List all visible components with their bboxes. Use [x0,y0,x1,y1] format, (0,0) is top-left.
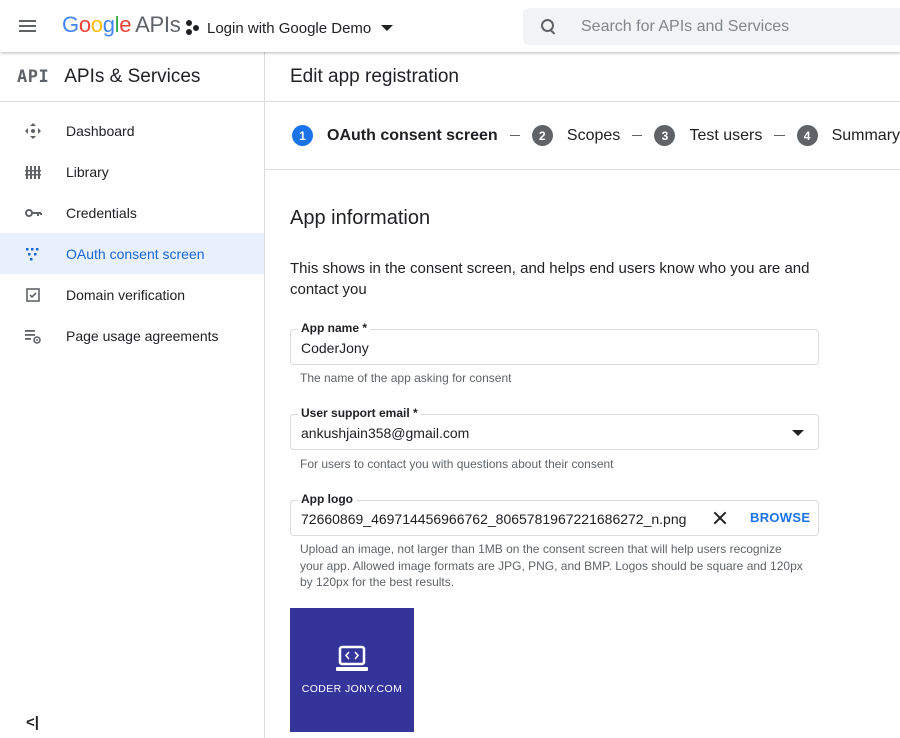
step-number: 2 [531,125,553,146]
chevron-down-icon[interactable] [792,430,804,436]
logo-letter: o [90,12,103,37]
logo-letter: e [119,12,132,37]
sidebar-item-credentials[interactable]: Credentials [0,192,264,233]
browse-button[interactable]: BROWSE [750,510,810,525]
sidebar-item-label: Page usage agreements [66,327,219,344]
step-label: Test users [689,126,763,144]
library-icon [24,163,42,181]
project-selector[interactable]: Login with Google Demo [186,16,394,40]
page-header: Edit app registration [265,52,900,102]
app-name-hint: The name of the app asking for consent [300,371,512,385]
laptop-code-icon [336,645,368,671]
step-number: 1 [292,125,313,146]
step-label: Scopes [566,126,621,144]
section-title: App information [290,207,431,229]
support-email-label: User support email * [298,406,421,420]
step-label: Summary [831,126,900,144]
dashboard-icon [24,122,42,140]
sidebar-header: API APIs & Services [0,52,264,102]
sidebar-item-label: Domain verification [66,286,186,303]
sidebar-item-page-usage-agreements[interactable]: Page usage agreements [0,315,264,356]
support-email-hint: For users to contact you with questions … [300,457,614,471]
step-summary[interactable]: 4 Summary [796,125,900,146]
sidebar-item-oauth-consent-screen[interactable]: OAuth consent screen [0,233,264,274]
app-logo-label: App logo [298,492,356,506]
google-apis-logo[interactable]: Google APIs [62,12,181,38]
app-name-field[interactable]: App name * CoderJony [290,321,819,365]
support-email-value: ankushjain358@gmail.com [301,425,470,441]
main-content: Edit app registration 1 OAuth consent sc… [265,52,900,738]
search-icon[interactable] [540,18,558,36]
logo-suffix: APIs [135,12,181,37]
app-logo-hint: Upload an image, not larger than 1MB on … [300,542,803,589]
checkbox-icon [24,286,42,304]
support-email-select[interactable]: User support email * ankushjain358@gmail… [290,406,819,450]
app-logo-filename: 72660869_469714456966762_806578196722168… [301,511,687,527]
step-divider [632,135,643,136]
oauth-icon [24,245,42,263]
app-logo-field[interactable]: App logo 72660869_469714456966762_806578… [290,492,819,536]
stepper: 1 OAuth consent screen 2 Scopes 3 Test u… [265,102,900,170]
sidebar-nav: Dashboard Library Credentials OAuth cons… [0,110,264,356]
settings-list-icon [24,327,42,345]
sidebar-item-label: OAuth consent screen [66,245,205,262]
project-name: Login with Google Demo [207,19,372,37]
close-icon[interactable] [710,508,730,528]
api-badge-icon: API [17,66,50,87]
sidebar-item-label: Dashboard [66,122,135,139]
step-oauth-consent-screen[interactable]: 1 OAuth consent screen [292,125,498,146]
hamburger-menu-icon[interactable] [14,13,40,39]
app-logo-preview: CODER JONY.COM [290,608,414,732]
app-name-value[interactable]: CoderJony [301,340,369,356]
sidebar-item-label: Library [66,163,109,180]
top-app-bar: Google APIs Login with Google Demo [0,0,900,52]
key-icon [24,204,42,222]
search-input[interactable] [581,17,881,36]
sidebar: API APIs & Services Dashboard Library Cr… [0,52,265,738]
collapse-sidebar-icon[interactable]: <| [26,714,39,731]
logo-preview-text: CODER JONY.COM [301,683,403,695]
logo-letter: G [62,12,79,37]
app-name-label: App name * [298,321,371,335]
page-title: Edit app registration [290,65,459,87]
logo-letter: g [102,12,115,37]
sidebar-item-label: Credentials [66,204,137,221]
logo-letter: o [78,12,91,37]
step-divider [774,135,785,136]
chevron-down-icon [381,25,394,31]
step-test-users[interactable]: 3 Test users [654,125,762,146]
step-divider [509,135,520,136]
step-scopes[interactable]: 2 Scopes [531,125,621,146]
sidebar-item-domain-verification[interactable]: Domain verification [0,274,264,315]
sidebar-item-dashboard[interactable]: Dashboard [0,110,264,151]
project-dots-icon [186,20,200,36]
section-description: This shows in the consent screen, and he… [290,260,810,298]
sidebar-title: APIs & Services [64,65,201,87]
sidebar-item-library[interactable]: Library [0,151,264,192]
step-number: 4 [796,125,818,146]
search-bar[interactable] [523,8,900,45]
step-number: 3 [654,125,676,146]
step-label: OAuth consent screen [327,126,498,144]
